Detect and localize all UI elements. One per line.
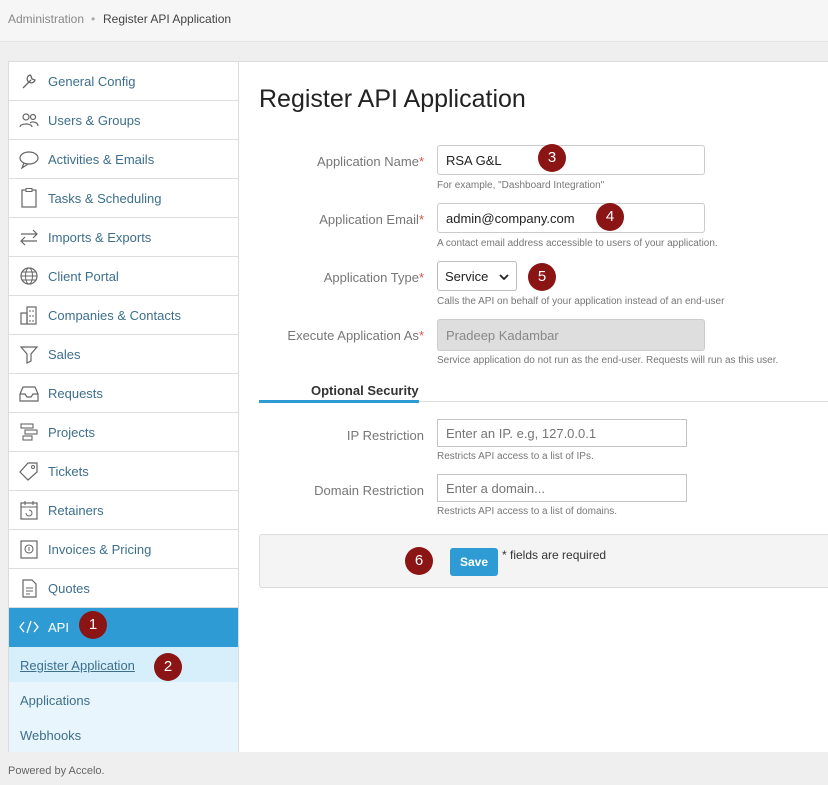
sidebar-item-label: Projects (48, 425, 95, 440)
sidebar-item-label: Invoices & Pricing (48, 542, 152, 557)
page-title: Register API Application (259, 85, 526, 113)
domain-restriction-help: Restricts API access to a list of domain… (437, 506, 618, 517)
application-type-select[interactable]: Service (437, 261, 517, 291)
step-marker-1: 1 (79, 611, 107, 639)
step-marker-6: 6 (405, 547, 433, 575)
sidebar-item-general-config[interactable]: General Config (9, 62, 238, 101)
clipboard-icon (18, 188, 40, 208)
ticket-icon (18, 461, 40, 481)
step-marker-5: 5 (528, 263, 556, 291)
inbox-icon (18, 383, 40, 403)
sidebar-item-label: General Config (48, 74, 136, 89)
execute-as-input (437, 319, 705, 351)
sidebar-item-label: Sales (48, 347, 81, 362)
step-marker-2: 2 (154, 653, 182, 681)
save-button[interactable]: Save (450, 548, 498, 576)
sidebar-item-label: Client Portal (48, 269, 119, 284)
sidebar-subitem-register-application[interactable]: Register Application (9, 647, 238, 682)
sidebar-subitem-label: Webhooks (20, 728, 82, 743)
sidebar-subitem-label: Register Application (20, 658, 135, 673)
funnel-icon (18, 344, 40, 364)
execute-as-label: Execute Application As* (287, 328, 424, 343)
application-email-input[interactable] (437, 203, 705, 233)
sidebar-item-imports-exports[interactable]: Imports & Exports (9, 218, 238, 257)
application-name-help: For example, "Dashboard Integration" (437, 180, 605, 191)
sidebar-item-label: Tasks & Scheduling (48, 191, 162, 206)
main-content: Register API Application Application Nam… (239, 61, 828, 752)
sidebar-item-label: API (48, 620, 69, 635)
section-underline (259, 400, 419, 403)
step-marker-4: 4 (596, 203, 624, 231)
users-icon (18, 110, 40, 130)
sidebar-subitem-webhooks[interactable]: Webhooks (9, 717, 238, 752)
swap-arrows-icon (18, 227, 40, 247)
building-icon (18, 305, 40, 325)
sidebar-item-label: Activities & Emails (48, 152, 155, 167)
sidebar-item-tasks-scheduling[interactable]: Tasks & Scheduling (9, 179, 238, 218)
sidebar-item-requests[interactable]: Requests (9, 374, 238, 413)
code-icon (18, 617, 40, 637)
admin-sidebar: General Config Users & Groups Activities… (8, 61, 239, 752)
calendar-refresh-icon (18, 500, 40, 520)
application-email-label: Application Email* (319, 212, 424, 227)
breadcrumb-bar: Administration • Register API Applicatio… (0, 0, 828, 42)
sidebar-item-client-portal[interactable]: Client Portal (9, 257, 238, 296)
application-type-help: Calls the API on behalf of your applicat… (437, 296, 725, 307)
section-divider (419, 401, 828, 402)
domain-restriction-input[interactable] (437, 474, 687, 502)
sidebar-item-label: Quotes (48, 581, 90, 596)
step-marker-3: 3 (538, 144, 566, 172)
powered-by-footer: Powered by Accelo. (8, 765, 105, 777)
sidebar-item-retainers[interactable]: Retainers (9, 491, 238, 530)
sidebar-item-users-groups[interactable]: Users & Groups (9, 101, 238, 140)
invoice-icon (18, 539, 40, 559)
sidebar-item-activities-emails[interactable]: Activities & Emails (9, 140, 238, 179)
sidebar-item-tickets[interactable]: Tickets (9, 452, 238, 491)
application-name-label: Application Name* (317, 154, 424, 169)
domain-restriction-label: Domain Restriction (314, 483, 424, 498)
application-email-help: A contact email address accessible to us… (437, 238, 718, 249)
chat-icon (18, 149, 40, 170)
application-type-label: Application Type* (323, 270, 424, 285)
optional-security-heading: Optional Security (311, 383, 419, 398)
sidebar-subitem-label: Applications (20, 693, 91, 708)
ip-restriction-help: Restricts API access to a list of IPs. (437, 451, 594, 462)
ip-restriction-input[interactable] (437, 419, 687, 447)
wrench-icon (18, 71, 40, 91)
gantt-icon (18, 422, 40, 442)
sidebar-item-label: Users & Groups (48, 113, 141, 128)
sidebar-item-projects[interactable]: Projects (9, 413, 238, 452)
sidebar-subitem-applications[interactable]: Applications (9, 682, 238, 717)
execute-as-help: Service application do not run as the en… (437, 355, 779, 366)
sidebar-item-sales[interactable]: Sales (9, 335, 238, 374)
ip-restriction-label: IP Restriction (346, 428, 424, 443)
sidebar-item-api[interactable]: API (9, 608, 238, 647)
breadcrumb-administration-link[interactable]: Administration (8, 12, 84, 26)
sidebar-item-quotes[interactable]: Quotes (9, 569, 238, 608)
sidebar-item-label: Imports & Exports (48, 230, 152, 245)
sidebar-item-label: Tickets (48, 464, 89, 479)
breadcrumb-separator: • (91, 12, 96, 26)
chevron-down-icon (499, 269, 509, 284)
sidebar-item-label: Requests (48, 386, 103, 401)
breadcrumb-current: Register API Application (103, 12, 232, 26)
globe-icon (18, 266, 40, 286)
quote-icon (18, 578, 40, 598)
sidebar-item-label: Companies & Contacts (48, 308, 181, 323)
required-fields-note: * fields are required (502, 548, 607, 562)
application-type-value: Service (445, 268, 489, 284)
sidebar-item-companies-contacts[interactable]: Companies & Contacts (9, 296, 238, 335)
application-name-input[interactable] (437, 145, 705, 175)
form-actions-bar: Save * fields are required (259, 534, 828, 588)
sidebar-item-invoices-pricing[interactable]: Invoices & Pricing (9, 530, 238, 569)
sidebar-item-label: Retainers (48, 503, 104, 518)
